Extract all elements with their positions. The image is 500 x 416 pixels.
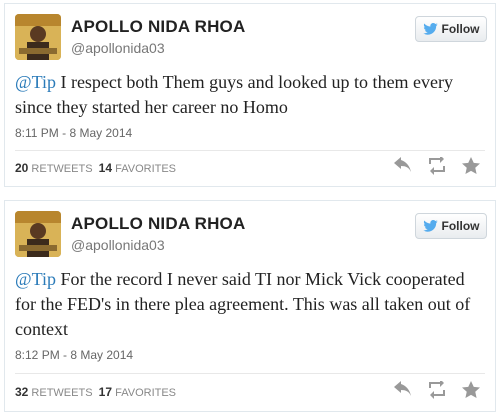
retweet-icon[interactable] xyxy=(427,379,447,399)
twitter-bird-icon xyxy=(422,220,438,232)
retweets-label: RETWEETS xyxy=(31,163,93,175)
reply-icon[interactable] xyxy=(393,157,413,175)
avatar[interactable] xyxy=(15,14,61,60)
tweet-actions xyxy=(393,155,481,175)
avatar[interactable] xyxy=(15,211,61,257)
tweet-stats: 20 RETWEETS 14 FAVORITES xyxy=(15,161,176,175)
favorite-star-icon[interactable] xyxy=(461,157,481,175)
divider xyxy=(15,373,485,374)
twitter-bird-icon xyxy=(422,23,438,35)
favorites-label: FAVORITES xyxy=(115,163,177,175)
follow-label: Follow xyxy=(441,22,480,36)
retweet-icon[interactable] xyxy=(427,155,447,175)
follow-button[interactable]: Follow xyxy=(415,213,487,239)
follow-button[interactable]: Follow xyxy=(415,16,487,42)
tweet-card: APOLLO NIDA RHOA @apollonida03 Follow @T… xyxy=(4,200,496,412)
user-handle[interactable]: @apollonida03 xyxy=(71,40,165,56)
tweet-card: APOLLO NIDA RHOA @apollonida03 Follow @T… xyxy=(4,3,496,187)
display-name[interactable]: APOLLO NIDA RHOA xyxy=(71,214,245,234)
tweet-timestamp[interactable]: 8:12 PM - 8 May 2014 xyxy=(15,348,133,362)
tweet-actions xyxy=(393,379,481,399)
follow-label: Follow xyxy=(441,219,480,233)
mention-link[interactable]: @Tip xyxy=(15,72,56,92)
favorite-star-icon[interactable] xyxy=(461,381,481,399)
retweet-count[interactable]: 20 xyxy=(15,161,28,175)
retweets-label: RETWEETS xyxy=(31,387,93,399)
display-name[interactable]: APOLLO NIDA RHOA xyxy=(71,17,245,37)
favorites-label: FAVORITES xyxy=(115,387,177,399)
mention-link[interactable]: @Tip xyxy=(15,269,56,289)
tweet-stats: 32 RETWEETS 17 FAVORITES xyxy=(15,385,176,399)
retweet-count[interactable]: 32 xyxy=(15,385,28,399)
tweet-body: For the record I never said TI nor Mick … xyxy=(15,269,471,339)
tweet-body: I respect both Them guys and looked up t… xyxy=(15,72,454,117)
favorite-count[interactable]: 17 xyxy=(99,385,112,399)
divider xyxy=(15,150,485,151)
tweet-text: @Tip For the record I never said TI nor … xyxy=(15,267,483,342)
user-handle[interactable]: @apollonida03 xyxy=(71,237,165,253)
tweet-timestamp[interactable]: 8:11 PM - 8 May 2014 xyxy=(15,126,132,140)
reply-icon[interactable] xyxy=(393,381,413,399)
tweet-text: @Tip I respect both Them guys and looked… xyxy=(15,70,483,120)
favorite-count[interactable]: 14 xyxy=(99,161,112,175)
